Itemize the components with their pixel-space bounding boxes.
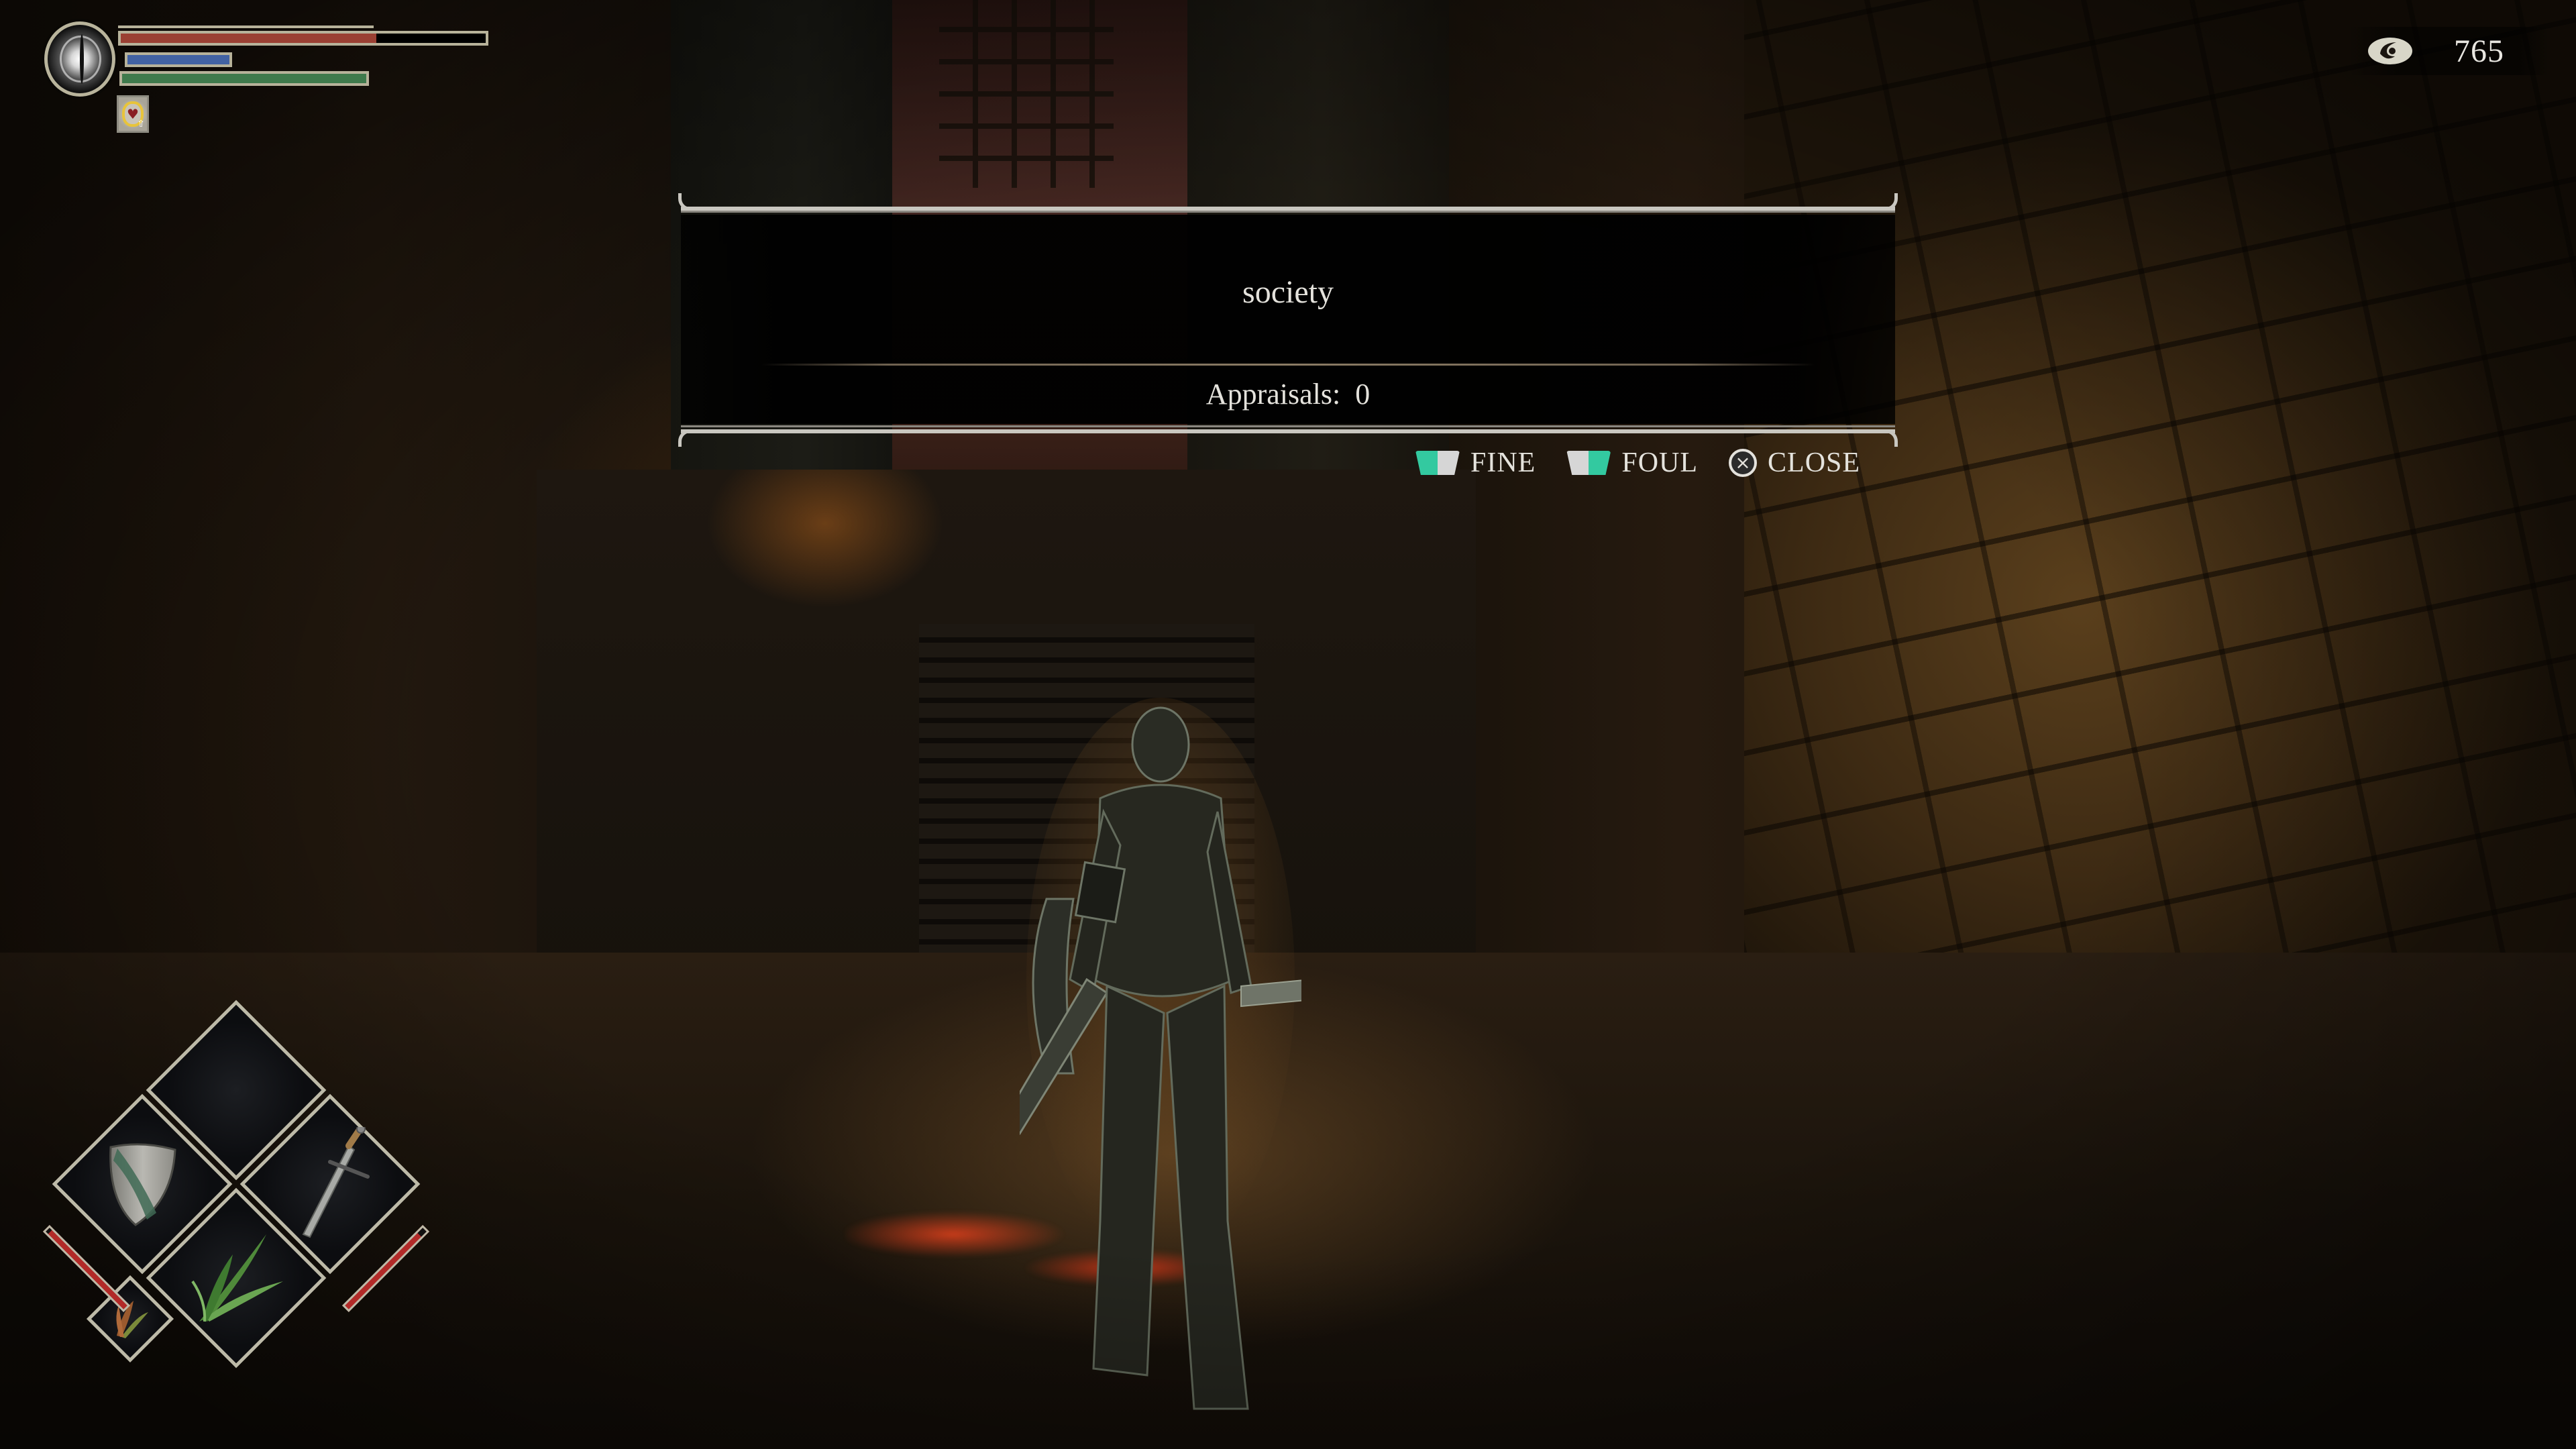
close-label: CLOSE [1768,447,1861,478]
fine-button[interactable]: FINE [1415,447,1536,479]
dialog-divider [761,364,1815,366]
touchpad-right-half [1438,451,1460,475]
dialog-bottom-border-inner [681,425,1895,427]
touchpad-left-icon [1415,451,1460,475]
button-prompts: FINE FOUL × CLOSE [1415,444,1860,482]
touchpad-left-half [1415,451,1438,475]
souls-value: 765 [2454,33,2504,69]
heater-shield-icon [109,1143,176,1226]
touchpad-right-half [1589,451,1611,475]
message-appraisal-dialog: society Appraisals: 0 [678,193,1898,447]
shield-durability-missing [46,1228,52,1234]
cross-button-icon: × [1729,449,1758,477]
foul-button[interactable]: FOUL [1566,447,1698,479]
touchpad-left-half [1566,451,1589,475]
appraisals-row: Appraisals: 0 [681,377,1895,411]
appraisals-label: Appraisals: [1205,378,1341,411]
fine-label: FINE [1470,447,1536,478]
longsword-icon [302,1127,370,1238]
souls-counter: 765 [2348,27,2549,75]
equipment-quick-slots [0,0,537,1449]
touchpad-right-icon [1566,451,1611,475]
herb-bundle-icon [191,1234,283,1322]
message-text: society [1242,274,1334,310]
appraisals-count: 0 [1355,378,1371,411]
slot-bottom-content [172,1214,300,1342]
foul-label: FOUL [1621,447,1699,478]
close-button[interactable]: × CLOSE [1729,447,1860,479]
sword-durability-missing [417,1228,427,1237]
dialog-top-border-inner [681,211,1895,213]
dialog-bottom-border [681,429,1895,433]
souls-swirl-icon [2368,38,2412,64]
